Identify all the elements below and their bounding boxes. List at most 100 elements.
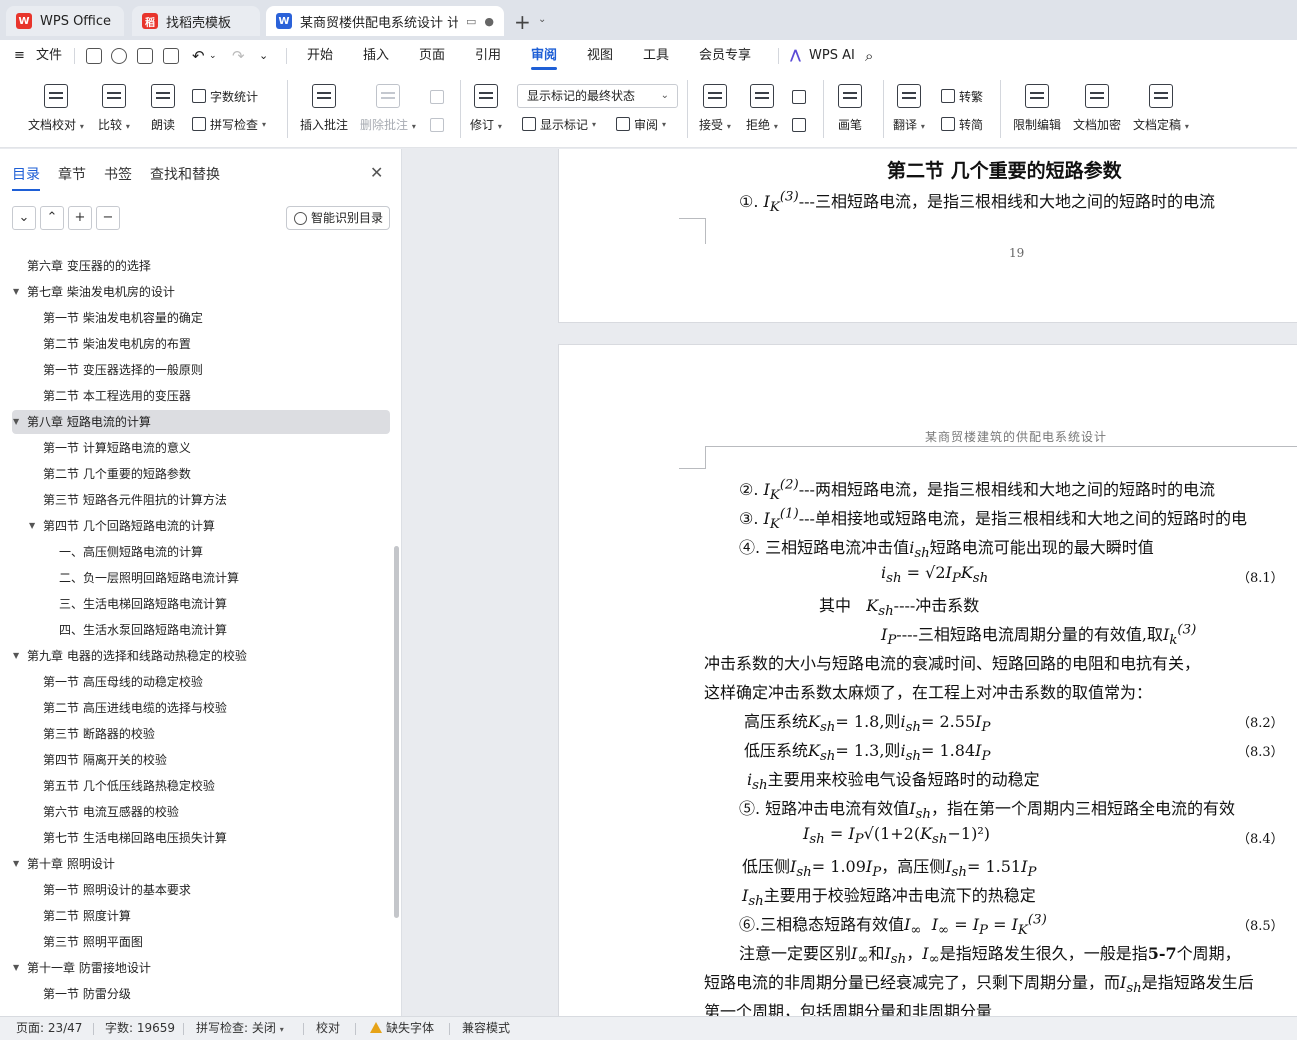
menu-references[interactable]: 引用 (475, 40, 501, 72)
toc-item[interactable]: 第一节 照明设计的基本要求 (12, 878, 390, 902)
print-preview-icon[interactable] (163, 48, 179, 64)
prev-change-icon[interactable] (792, 90, 806, 104)
menu-review[interactable]: 审阅 (531, 40, 558, 72)
menu-tools[interactable]: 工具 (643, 40, 669, 72)
toc-item[interactable]: ▼ 第七章 柴油发电机房的设计 (12, 280, 390, 304)
menu-insert[interactable]: 插入 (363, 40, 389, 72)
new-tab-plus-icon[interactable]: + (514, 10, 531, 34)
tab-current-document[interactable]: W 某商贸楼供配电系统设计 计算 ▭ ● (266, 6, 504, 36)
tab-wps-office[interactable]: W WPS Office (6, 6, 124, 36)
expand-triangle-icon[interactable]: ▼ (29, 514, 35, 538)
spell-check-indicator[interactable]: 拼写检查: 关闭 ▾ (196, 1017, 284, 1040)
next-change-icon[interactable] (792, 118, 806, 132)
toc-item[interactable]: ▼ 第四节 几个回路短路电流的计算 (12, 514, 390, 538)
reject-button[interactable]: 拒绝 ▾ (746, 72, 778, 133)
menu-member[interactable]: 会员专享 (699, 40, 751, 72)
toc-item[interactable]: 第七节 生活电梯回路电压损失计算 (12, 826, 390, 850)
review-pane-button[interactable]: 审阅 ▾ (616, 113, 666, 135)
tab-docer-templates[interactable]: 稻 找稻壳模板 (132, 6, 260, 36)
toc-item[interactable]: 第二节 照度计算 (12, 904, 390, 928)
toc-item[interactable]: 第二节 高压进线电缆的选择与校验 (12, 696, 390, 720)
smart-toc-button[interactable]: 智能识别目录 (286, 206, 390, 230)
toc-item[interactable]: ▼ 第十一章 防雷接地设计 (12, 956, 390, 980)
expand-triangle-icon[interactable]: ▼ (13, 410, 19, 434)
toc-item[interactable]: 第五节 几个低压线路热稳定校验 (12, 774, 390, 798)
accept-button[interactable]: 接受 ▾ (699, 72, 731, 133)
encrypt-button[interactable]: 文档加密 (1073, 72, 1121, 133)
show-markup-button[interactable]: 显示标记 ▾ (522, 113, 596, 135)
link-icon[interactable] (111, 48, 127, 64)
toc-item[interactable]: 第一节 计算短路电流的意义 (12, 436, 390, 460)
toc-item[interactable]: 第六节 电流互感器的校验 (12, 800, 390, 824)
chevron-down-icon[interactable]: ⌄ (538, 14, 546, 25)
next-comment-icon[interactable] (430, 118, 444, 132)
nav-tab-bookmarks[interactable]: 书签 (104, 164, 132, 184)
expand-triangle-icon[interactable]: ▼ (13, 644, 19, 668)
menu-wps-ai[interactable]: WPS AI (809, 40, 855, 72)
toc-item[interactable]: 第二节 柴油发电机房的布置 (12, 332, 390, 356)
expand-down-button[interactable]: ⌄ (12, 206, 36, 230)
insert-comment-button[interactable]: 插入批注 (300, 72, 348, 133)
toc-item[interactable]: 第一节 柴油发电机容量的确定 (12, 306, 390, 330)
hamburger-icon[interactable]: ≡ (14, 40, 25, 72)
nav-tab-toc[interactable]: 目录 (12, 164, 40, 191)
proof-indicator[interactable]: 校对 (316, 1017, 340, 1040)
track-changes-button[interactable]: 修订 ▾ (470, 72, 502, 133)
toc-item[interactable]: 第四节 隔离开关的校验 (12, 748, 390, 772)
expand-triangle-icon[interactable]: ▼ (13, 956, 19, 980)
menu-file[interactable]: 文件 (36, 40, 62, 72)
close-icon[interactable]: ✕ (370, 163, 383, 182)
unsaved-dot-icon[interactable]: ● (484, 15, 494, 28)
delete-comment-button[interactable]: 删除批注 ▾ (360, 72, 416, 133)
monitor-icon[interactable]: ▭ (466, 15, 476, 28)
toc-item[interactable]: 第二节 几个重要的短路参数 (12, 462, 390, 486)
spell-check-button[interactable]: 拼写检查 ▾ (192, 113, 266, 135)
print-icon[interactable] (137, 48, 153, 64)
toc-item[interactable]: 第三节 断路器的校验 (12, 722, 390, 746)
word-count-button[interactable]: 字数统计 (192, 85, 258, 107)
remove-heading-button[interactable]: − (96, 206, 120, 230)
toc-item[interactable]: 第三节 照明平面图 (12, 930, 390, 954)
translate-button[interactable]: 翻译 ▾ (893, 72, 925, 133)
toc-item[interactable]: 二、负一层照明回路短路电流计算 (12, 566, 390, 590)
nav-tab-find-replace[interactable]: 查找和替换 (150, 164, 220, 184)
menu-page[interactable]: 页面 (419, 40, 445, 72)
word-count-indicator[interactable]: 字数: 19659 (105, 1017, 175, 1040)
expand-triangle-icon[interactable]: ▼ (13, 280, 19, 304)
toc-item[interactable]: 三、生活电梯回路短路电流计算 (12, 592, 390, 616)
toc-item[interactable]: 第一节 高压母线的动稳定校验 (12, 670, 390, 694)
search-icon[interactable]: ⌕ (865, 40, 873, 72)
menu-view[interactable]: 视图 (587, 40, 613, 72)
toc-item[interactable]: 第二节 本工程选用的变压器 (12, 384, 390, 408)
restrict-edit-button[interactable]: 限制编辑 (1013, 72, 1061, 133)
toc-item[interactable]: 一、高压侧短路电流的计算 (12, 540, 390, 564)
nav-tab-chapters[interactable]: 章节 (58, 164, 86, 184)
missing-font-indicator[interactable]: 缺失字体 (370, 1017, 434, 1040)
compare-button[interactable]: 比较 ▾ (98, 72, 130, 133)
toc-item[interactable]: 四、生活水泵回路短路电流计算 (12, 618, 390, 642)
toc-item[interactable]: 第六章 变压器的的选择 (12, 254, 390, 278)
toc-item[interactable]: ▼ 第九章 电器的选择和线路动热稳定的校验 (12, 644, 390, 668)
collapse-up-button[interactable]: ⌃ (40, 206, 64, 230)
redo-icon[interactable]: ↷ (232, 40, 245, 72)
read-aloud-button[interactable]: 朗读 (151, 72, 175, 133)
page-indicator[interactable]: 页面: 23/47 (16, 1017, 82, 1040)
prev-comment-icon[interactable] (430, 90, 444, 104)
toc-item[interactable]: ▼ 第八章 短路电流的计算 (12, 410, 390, 434)
add-heading-button[interactable]: + (68, 206, 92, 230)
expand-triangle-icon[interactable]: ▼ (13, 852, 19, 876)
finalize-button[interactable]: 文档定稿 ▾ (1133, 72, 1189, 133)
menu-home[interactable]: 开始 (307, 40, 333, 72)
toc-item[interactable]: 第一节 变压器选择的一般原则 (12, 358, 390, 382)
undo-icon[interactable]: ↶ (192, 40, 205, 72)
toc-item[interactable]: 第一节 防雷分级 (12, 982, 390, 1006)
markup-state-select[interactable]: 显示标记的最终状态 ⌄ (517, 84, 678, 108)
toc-item[interactable]: ▼ 第十章 照明设计 (12, 852, 390, 876)
save-icon[interactable] (86, 48, 102, 64)
chevron-down-icon[interactable]: ⌄ (209, 40, 217, 72)
doc-check-button[interactable]: 文档校对 ▾ (28, 72, 84, 133)
to-simplified-button[interactable]: 转简 (941, 113, 983, 135)
pen-button[interactable]: 画笔 (838, 72, 862, 133)
toc-item[interactable]: 第三节 短路各元件阻抗的计算方法 (12, 488, 390, 512)
to-traditional-button[interactable]: 转繁 (941, 85, 983, 107)
